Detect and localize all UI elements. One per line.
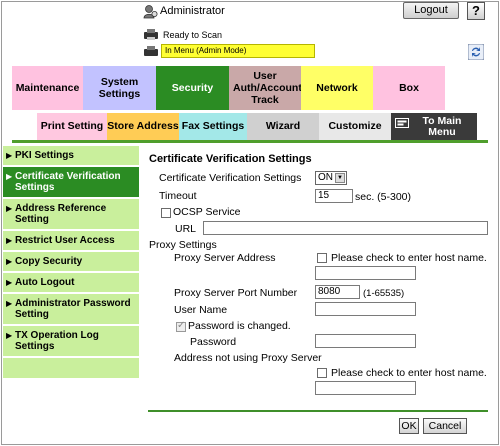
tab-user-auth-account-track[interactable]: User Auth/Account Track xyxy=(229,66,302,110)
tab-customize[interactable]: Customize xyxy=(319,113,391,140)
no-proxy-host-checkbox[interactable] xyxy=(317,368,327,378)
chevron-right-icon: ▶ xyxy=(6,204,13,213)
sidebar-item-admin-password[interactable]: ▶ Administrator Password Setting xyxy=(3,294,139,326)
help-button[interactable]: ? xyxy=(467,2,485,20)
chevron-right-icon: ▶ xyxy=(6,151,13,160)
sidebar-item-restrict-user-access[interactable]: ▶ Restrict User Access xyxy=(3,231,139,252)
proxy-port-range: (1-65535) xyxy=(363,288,405,299)
chevron-right-icon: ▶ xyxy=(6,257,13,266)
ocsp-checkbox[interactable] xyxy=(161,208,171,218)
form-divider xyxy=(148,410,488,412)
tab-to-main-menu[interactable]: To Main Menu xyxy=(391,113,477,140)
tab-fax-settings[interactable]: Fax Settings xyxy=(179,113,247,140)
tab-separator xyxy=(12,140,488,143)
cancel-button[interactable]: Cancel xyxy=(423,418,467,434)
tab-wizard[interactable]: Wizard xyxy=(247,113,319,140)
tab-security[interactable]: Security xyxy=(156,66,229,110)
proxy-host-check-label: Please check to enter host name. xyxy=(331,252,487,264)
cvs-label: Certificate Verification Settings xyxy=(159,172,302,184)
user-name-input[interactable] xyxy=(315,302,416,316)
ocsp-label: OCSP Service xyxy=(173,206,241,218)
sidebar-item-address-reference[interactable]: ▶ Address Reference Setting xyxy=(3,199,139,231)
timeout-label: Timeout xyxy=(159,190,197,202)
device-status-text: Ready to Scan xyxy=(163,30,223,40)
tab-network[interactable]: Network xyxy=(301,66,373,110)
no-proxy-host-check-label: Please check to enter host name. xyxy=(331,367,487,379)
sidebar-item-copy-security[interactable]: ▶ Copy Security xyxy=(3,252,139,273)
proxy-settings-label: Proxy Settings xyxy=(149,239,217,251)
logout-button[interactable]: Logout xyxy=(403,2,459,19)
admin-label: Administrator xyxy=(160,5,225,17)
proxy-address-label: Proxy Server Address xyxy=(174,252,276,264)
password-changed-label: Password is changed. xyxy=(188,320,291,332)
sub-tab-bar: Print Setting Store Address Fax Settings… xyxy=(37,113,477,140)
printer-status-icon xyxy=(144,29,158,40)
mode-indicator: In Menu (Admin Mode) xyxy=(161,44,315,58)
chevron-down-icon: ▼ xyxy=(335,173,345,183)
proxy-port-input[interactable]: 8080 xyxy=(315,285,360,299)
timeout-input[interactable]: 15 xyxy=(315,189,353,203)
url-label: URL xyxy=(175,223,197,235)
sidebar-item-pki-settings[interactable]: ▶ PKI Settings xyxy=(3,146,139,167)
proxy-host-checkbox[interactable] xyxy=(317,253,327,263)
refresh-icon[interactable] xyxy=(468,44,484,60)
chevron-right-icon: ▶ xyxy=(6,331,13,340)
password-label: Password xyxy=(190,336,237,348)
sidebar-item-auto-logout[interactable]: ▶ Auto Logout xyxy=(3,273,139,294)
password-changed-checkbox[interactable] xyxy=(176,320,186,332)
page-title: Certificate Verification Settings xyxy=(149,153,312,165)
tab-store-address[interactable]: Store Address xyxy=(107,113,179,140)
user-name-label: User Name xyxy=(174,304,228,316)
tab-maintenance[interactable]: Maintenance xyxy=(12,66,83,110)
main-menu-icon xyxy=(395,118,409,128)
chevron-right-icon: ▶ xyxy=(6,278,13,287)
chevron-right-icon: ▶ xyxy=(6,299,13,308)
cvs-select[interactable]: ON ▼ xyxy=(315,171,347,185)
tab-print-setting[interactable]: Print Setting xyxy=(37,113,107,140)
ok-button[interactable]: OK xyxy=(399,418,419,434)
chevron-right-icon: ▶ xyxy=(6,172,13,181)
url-input[interactable] xyxy=(203,221,488,235)
sidebar-item-certificate-verification[interactable]: ▶ Certificate Verification Settings xyxy=(3,167,139,199)
admin-mode-icon xyxy=(144,46,158,56)
no-proxy-input[interactable] xyxy=(315,381,416,395)
main-tab-bar: Maintenance System Settings Security Use… xyxy=(12,66,445,110)
tab-system-settings[interactable]: System Settings xyxy=(83,66,156,110)
proxy-port-label: Proxy Server Port Number xyxy=(174,287,298,299)
tab-box[interactable]: Box xyxy=(373,66,445,110)
sidebar: ▶ PKI Settings ▶ Certificate Verificatio… xyxy=(3,146,139,378)
password-input[interactable] xyxy=(315,334,416,348)
admin-user-icon xyxy=(143,5,158,19)
no-proxy-label: Address not using Proxy Server xyxy=(174,352,322,364)
timeout-unit: sec. (5-300) xyxy=(355,191,412,203)
chevron-right-icon: ▶ xyxy=(6,236,13,245)
sidebar-item-tx-operation-log[interactable]: ▶ TX Operation Log Settings xyxy=(3,326,139,358)
proxy-address-input[interactable] xyxy=(315,266,416,280)
